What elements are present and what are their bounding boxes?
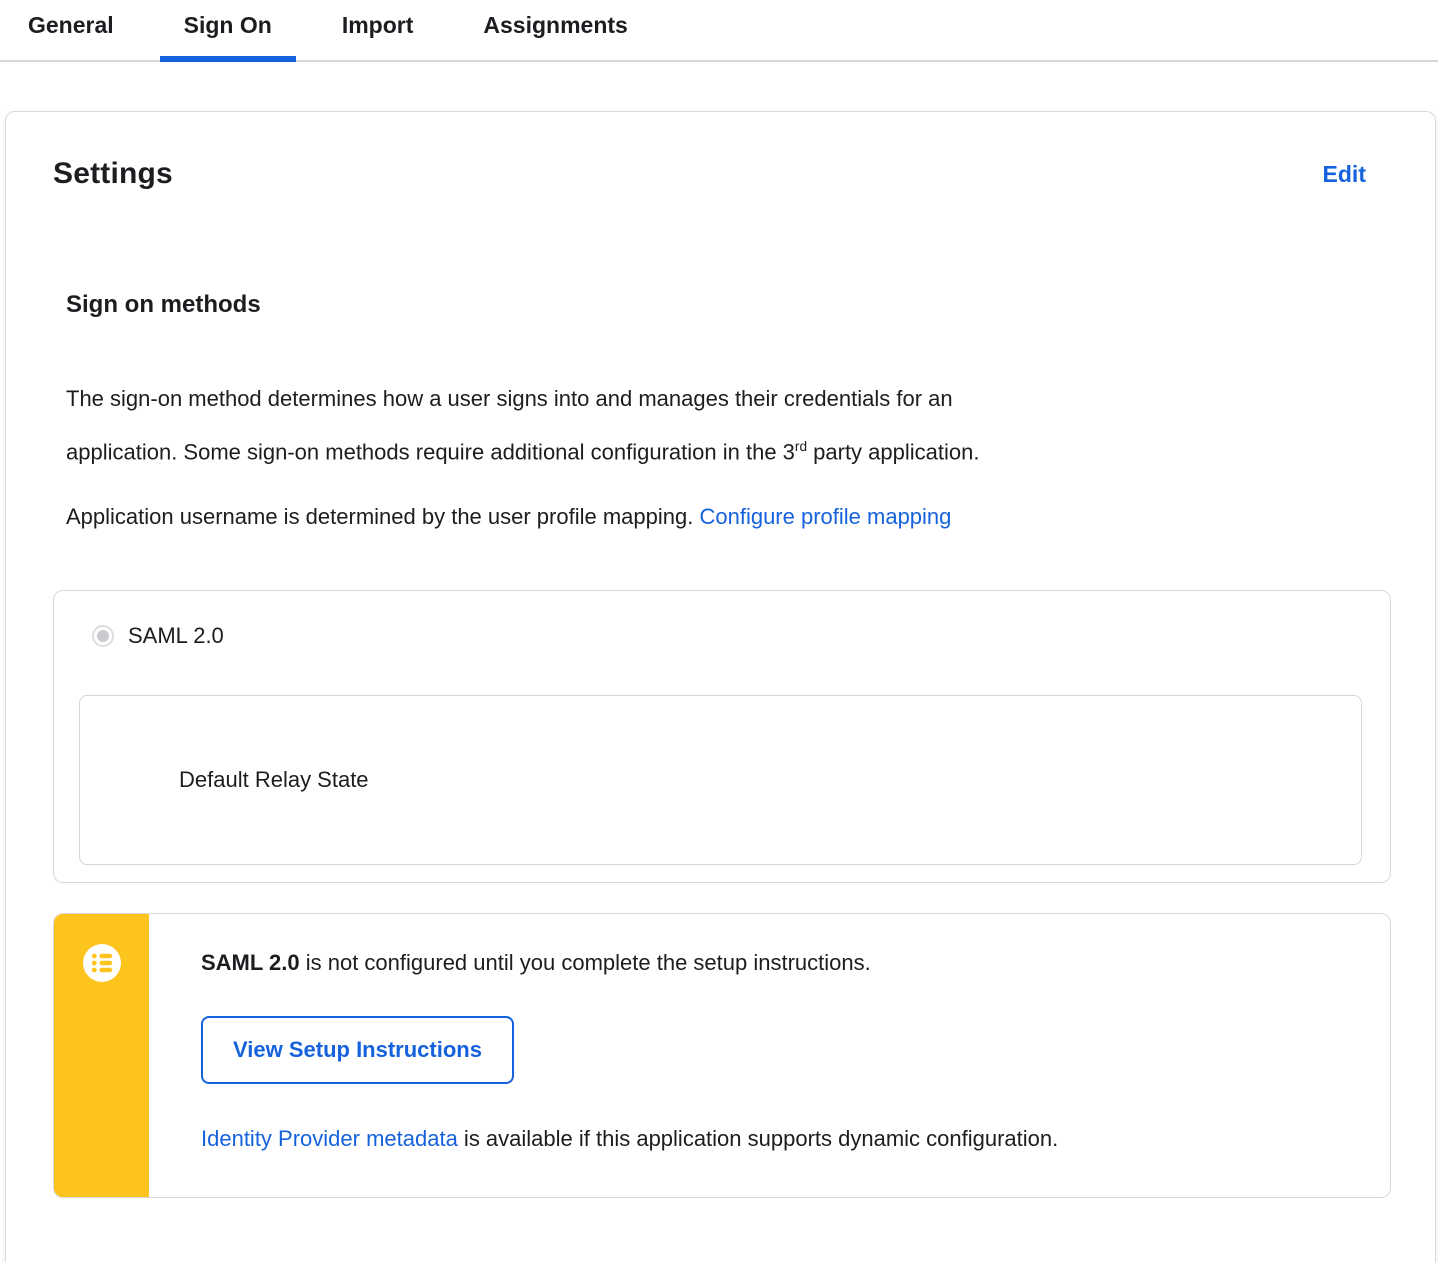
saml-radio-label: SAML 2.0 <box>128 623 224 649</box>
tab-import[interactable]: Import <box>318 0 438 60</box>
saml-radio-row: SAML 2.0 <box>92 623 1390 649</box>
configure-profile-mapping-link[interactable]: Configure profile mapping <box>699 504 951 529</box>
callout-method-name: SAML 2.0 <box>201 950 300 976</box>
app-tab-bar: General Sign On Import Assignments <box>0 0 1438 62</box>
radio-dot <box>97 630 109 643</box>
edit-settings-link[interactable]: Edit <box>1323 161 1366 188</box>
callout-content: SAML 2.0 is not configured until you com… <box>149 914 1390 1197</box>
settings-card: Settings Edit Sign on methods The sign-o… <box>5 111 1436 1262</box>
saml-method-box: SAML 2.0 Default Relay State <box>53 590 1391 884</box>
view-setup-instructions-button[interactable]: View Setup Instructions <box>201 1016 514 1085</box>
sign-on-methods-heading: Sign on methods <box>66 291 261 318</box>
settings-header-row: Settings Edit <box>53 157 1391 191</box>
settings-title: Settings <box>53 157 173 190</box>
sign-on-methods-description: The sign-on method determines how a user… <box>66 375 1391 476</box>
username-mapping-text: Application username is determined by th… <box>66 504 952 530</box>
tab-general[interactable]: General <box>4 0 138 60</box>
tab-sign-on[interactable]: Sign On <box>159 0 297 62</box>
default-relay-state-panel: Default Relay State <box>79 695 1362 866</box>
ordinal-superscript: rd <box>794 439 808 454</box>
setup-instructions-list-icon <box>82 944 121 983</box>
metadata-availability-text: Identity Provider metadata is available … <box>201 1126 1059 1152</box>
callout-message: SAML 2.0 is not configured until you com… <box>201 950 871 976</box>
radio-button-icon[interactable] <box>92 625 114 648</box>
tab-assignments[interactable]: Assignments <box>459 0 651 60</box>
default-relay-state-label: Default Relay State <box>179 767 369 793</box>
setup-instructions-callout: SAML 2.0 is not configured until you com… <box>53 913 1391 1199</box>
identity-provider-metadata-link[interactable]: Identity Provider metadata <box>201 1126 458 1151</box>
description-line-2: application. Some sign-on methods requir… <box>66 439 980 465</box>
callout-yellow-bar <box>54 914 149 1198</box>
description-line-1: The sign-on method determines how a user… <box>66 386 953 411</box>
